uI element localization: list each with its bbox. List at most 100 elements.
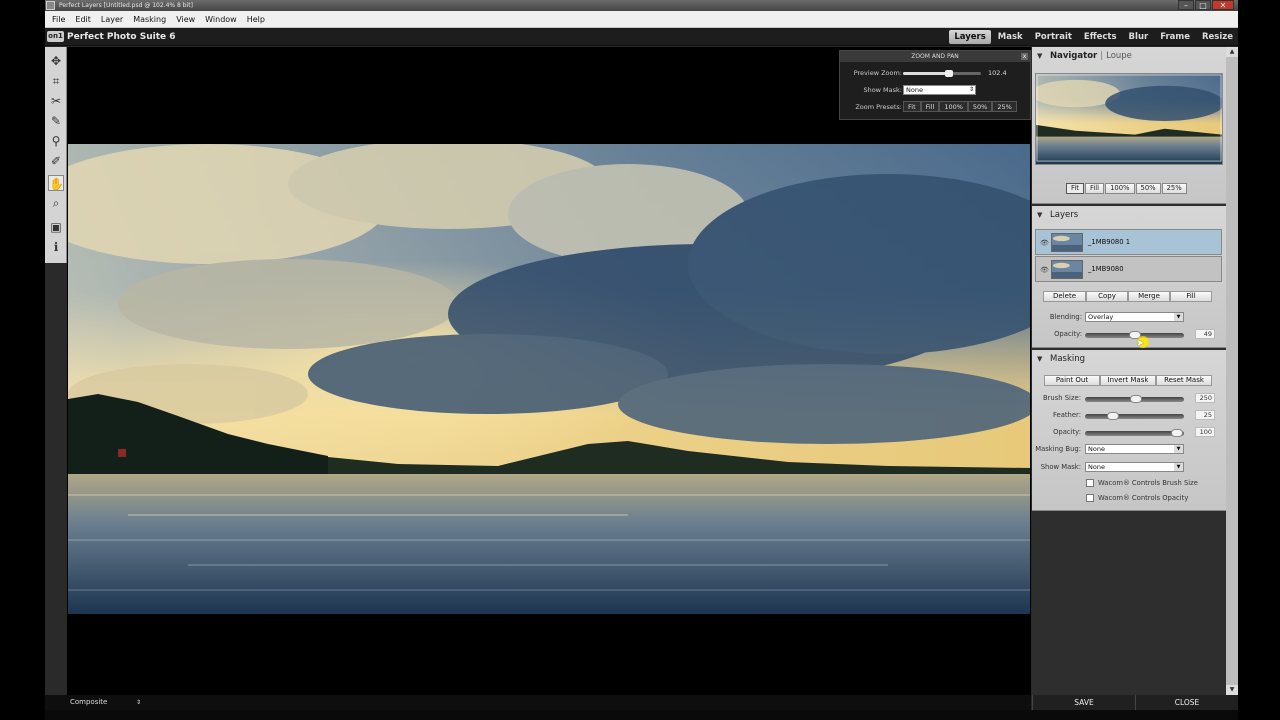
zoom-icon[interactable]: ⌕ (48, 195, 64, 211)
scroll-up-icon[interactable]: ▲ (1226, 47, 1238, 57)
stamp-icon[interactable]: ⚲ (48, 133, 64, 149)
invert-mask-button[interactable]: Invert Mask (1100, 375, 1156, 386)
eye-icon[interactable]: 👁 (1040, 239, 1049, 247)
layer-row[interactable]: 👁 _1MB9080 (1035, 256, 1222, 282)
fill-layer-button[interactable]: Fill (1170, 291, 1212, 302)
menu-masking[interactable]: Masking (128, 15, 171, 24)
brush-size-value[interactable]: 250 (1195, 393, 1215, 403)
feather-slider[interactable] (1085, 412, 1184, 420)
wacom-opacity-label: Wacom® Controls Opacity (1098, 494, 1189, 502)
layer-row-selected[interactable]: 👁 _1MB9080 1 (1035, 229, 1222, 255)
show-mask-select-panel[interactable]: None ▼ (1085, 462, 1184, 472)
close-window-button[interactable]: ✕ (1212, 0, 1234, 10)
chevron-updown-icon: ⇕ (136, 699, 142, 706)
collapse-triangle-icon[interactable]: ▼ (1037, 211, 1042, 219)
zoom-presets-row: Zoom Presets: Fit Fill 100% 50% 25% (840, 100, 1032, 114)
image-canvas[interactable] (67, 47, 1031, 695)
preview-icon[interactable]: ▣ (48, 219, 64, 235)
menu-bar: File Edit Layer Masking View Window Help (45, 11, 1238, 28)
layers-header[interactable]: ▼ Layers (1032, 206, 1226, 224)
nav-fill-button[interactable]: Fill (1084, 183, 1105, 194)
wacom-brush-checkbox[interactable] (1086, 479, 1094, 487)
mask-opacity-slider[interactable] (1085, 429, 1184, 437)
collapse-triangle-icon[interactable]: ▼ (1037, 52, 1042, 60)
panel-scrollbar[interactable]: ▲ ▼ (1226, 47, 1238, 695)
show-mask-label: Show Mask: (863, 86, 902, 94)
menu-layer[interactable]: Layer (96, 15, 128, 24)
feather-value[interactable]: 25 (1195, 410, 1215, 420)
mask-opacity-knob[interactable] (1171, 429, 1183, 437)
navigator-separator: | (1100, 51, 1104, 61)
feather-knob[interactable] (1107, 412, 1119, 420)
preview-zoom-slider[interactable] (903, 70, 981, 77)
nav-25-button[interactable]: 25% (1161, 183, 1187, 194)
layer-opacity-value[interactable]: 49 (1195, 329, 1215, 339)
nav-fit-button[interactable]: Fit (1066, 183, 1084, 194)
chevron-down-icon: ▼ (1174, 313, 1183, 321)
navigator-section: ▼ Navigator | Loupe Fit Fill 100% 50% 25% (1032, 47, 1226, 204)
hand-icon[interactable]: ✋ (48, 175, 64, 191)
paint-out-button[interactable]: Paint Out (1044, 375, 1100, 386)
move-icon[interactable]: ✥ (48, 53, 64, 69)
maximize-button[interactable]: □ (1195, 0, 1211, 10)
menu-view[interactable]: View (171, 15, 200, 24)
masking-bug-value: None (1088, 445, 1105, 453)
masking-header[interactable]: ▼ Masking (1032, 350, 1226, 368)
zoom-pan-close-button[interactable]: x (1021, 53, 1028, 60)
mask-opacity-value[interactable]: 100 (1195, 427, 1215, 437)
tab-mask[interactable]: Mask (993, 30, 1028, 44)
info-icon[interactable]: ℹ (48, 239, 64, 255)
wacom-opacity-checkbox[interactable] (1086, 494, 1094, 502)
reset-mask-button[interactable]: Reset Mask (1156, 375, 1212, 386)
masking-section: ▼ Masking Paint Out Invert Mask Reset Ma… (1032, 350, 1226, 511)
menu-window[interactable]: Window (200, 15, 242, 24)
window-controls: – □ ✕ (1177, 0, 1234, 11)
tab-effects[interactable]: Effects (1079, 30, 1122, 44)
tab-layers[interactable]: Layers (949, 30, 991, 44)
preset-fill-button[interactable]: Fill (920, 101, 940, 112)
menu-edit[interactable]: Edit (70, 15, 96, 24)
view-mode-select[interactable]: Composite (70, 695, 107, 710)
nav-50-button[interactable]: 50% (1135, 183, 1161, 194)
show-mask-select[interactable]: None ⇕ (903, 85, 976, 95)
tab-frame[interactable]: Frame (1155, 30, 1195, 44)
menu-help[interactable]: Help (242, 15, 270, 24)
brush-size-slider[interactable] (1085, 395, 1184, 403)
zoom-presets: Fit Fill 100% 50% 25% (903, 101, 1017, 112)
preset-25-button[interactable]: 25% (992, 101, 1017, 112)
layer-opacity-slider[interactable] (1085, 331, 1184, 339)
preview-zoom-knob[interactable] (945, 70, 954, 77)
close-button[interactable]: CLOSE (1135, 695, 1238, 710)
preset-fit-button[interactable]: Fit (903, 101, 921, 112)
masking-bug-select[interactable]: None ▼ (1085, 444, 1184, 454)
preset-50-button[interactable]: 50% (967, 101, 993, 112)
nav-100-button[interactable]: 100% (1105, 183, 1135, 194)
minimize-button[interactable]: – (1178, 0, 1194, 10)
blending-select[interactable]: Overlay ▼ (1085, 312, 1184, 322)
tab-resize[interactable]: Resize (1197, 30, 1238, 44)
save-button[interactable]: SAVE (1032, 695, 1135, 710)
masking-title: Masking (1050, 354, 1086, 364)
scissors-icon[interactable]: ✂ (48, 93, 64, 109)
tab-blur[interactable]: Blur (1124, 30, 1154, 44)
crop-icon[interactable]: ⌗ (48, 73, 64, 89)
layer-name: _1MB9080 (1088, 265, 1124, 273)
navigator-title[interactable]: Navigator (1050, 51, 1097, 61)
menu-file[interactable]: File (47, 15, 70, 24)
navigator-header[interactable]: ▼ Navigator | Loupe (1032, 47, 1226, 65)
preset-100-button[interactable]: 100% (939, 101, 968, 112)
eyedropper-icon[interactable]: ✐ (48, 153, 64, 169)
scroll-down-icon[interactable]: ▼ (1226, 685, 1238, 695)
copy-layer-button[interactable]: Copy (1086, 291, 1128, 302)
eye-icon[interactable]: 👁 (1040, 266, 1049, 274)
merge-layer-button[interactable]: Merge (1128, 291, 1170, 302)
tab-portrait[interactable]: Portrait (1030, 30, 1077, 44)
zoom-pan-title: ZOOM AND PAN x (840, 51, 1030, 62)
delete-layer-button[interactable]: Delete (1043, 291, 1086, 302)
brush-icon[interactable]: ✎ (48, 113, 64, 129)
collapse-triangle-icon[interactable]: ▼ (1037, 355, 1042, 363)
brush-size-knob[interactable] (1130, 395, 1142, 403)
loupe-tab[interactable]: Loupe (1106, 51, 1132, 61)
navigator-thumbnail[interactable] (1035, 73, 1223, 165)
zoom-pan-title-text: ZOOM AND PAN (911, 53, 959, 60)
